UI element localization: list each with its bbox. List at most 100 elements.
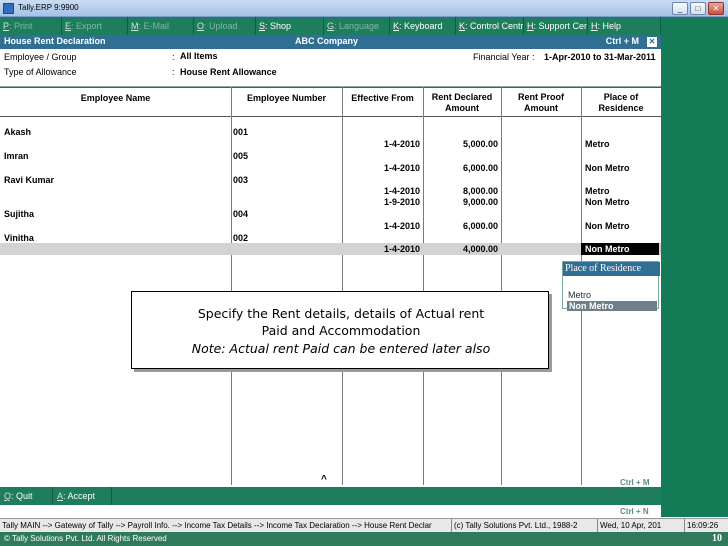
window-title: Tally.ERP 9:9900 — [18, 3, 79, 12]
menu-item-print[interactable]: P: Print — [0, 17, 62, 35]
callout-line-1: Specify the Rent details, details of Act… — [197, 306, 485, 321]
col-rent-declared-line1: Rent Declared — [431, 92, 493, 102]
quit-key: Q — [4, 491, 12, 501]
menu-label: : Upload — [204, 21, 238, 31]
menu-item-keyboard[interactable]: K: Keyboard — [390, 17, 456, 35]
employee-name[interactable]: Vinitha — [4, 233, 34, 243]
effective-from-cell[interactable]: 1-4-2010 — [343, 221, 420, 231]
rent-declared-cell[interactable]: 8,000.00 — [424, 186, 498, 196]
menu-label: : Help — [597, 21, 622, 31]
time-status: 16:09:26 — [687, 521, 719, 530]
effective-from-cell[interactable]: 1-4-2010 — [343, 139, 420, 149]
menu-item-upload[interactable]: O: Upload — [194, 17, 256, 35]
menu-label: : Print — [9, 21, 33, 31]
menu-shortcut-key: M — [131, 21, 139, 31]
rent-declared-cell[interactable]: 5,000.00 — [424, 139, 498, 149]
effective-from-cell[interactable]: 1-4-2010 — [343, 244, 420, 254]
report-header: House Rent Declaration ABC Company Ctrl … — [0, 35, 661, 49]
minimize-icon[interactable]: _ — [672, 2, 688, 15]
column-divider — [231, 87, 232, 485]
employee-name[interactable]: Imran — [4, 151, 29, 161]
ctrl-m-hint-bottom: Ctrl + M — [620, 478, 650, 487]
report-title: House Rent Declaration — [4, 36, 106, 46]
popup-title: Place of Residence — [563, 262, 660, 276]
report-close-icon[interactable]: ✕ — [647, 37, 657, 47]
allowance-type-label: Type of Allowance — [4, 67, 77, 77]
employee-number: 004 — [233, 209, 249, 219]
close-icon[interactable]: ✕ — [708, 2, 724, 15]
col-place-of-residence: Place of Residence — [581, 92, 661, 114]
quit-label: : Quit — [11, 491, 33, 501]
menu-label: : Control Centre — [465, 21, 524, 31]
place-of-residence-popup: Place of Residence Metro Non Metro — [562, 261, 660, 311]
callout-line-2: Paid and Accommodation — [261, 323, 421, 338]
col-rent-proof-line1: Rent Proof — [518, 92, 564, 102]
menu-label: : Export — [71, 21, 103, 31]
employee-name[interactable]: Sujitha — [4, 209, 34, 219]
rent-declared-cell[interactable]: 9,000.00 — [424, 197, 498, 207]
menu-shortcut-key: G — [327, 21, 335, 31]
menu-item-shop[interactable]: S: Shop — [256, 17, 324, 35]
effective-from-cell[interactable]: 1-4-2010 — [343, 186, 420, 196]
col-rent-declared: Rent Declared Amount — [423, 92, 501, 114]
rent-declared-cell[interactable]: 6,000.00 — [424, 221, 498, 231]
scroll-up-caret-icon[interactable]: ^ — [321, 474, 327, 485]
footer-copyright: © Tally Solutions Pvt. Ltd. All Rights R… — [4, 534, 167, 543]
bottom-button-bar: Q: Quit A: Accept — [0, 487, 661, 505]
window-titlebar: Tally.ERP 9:9900 _ □ ✕ — [0, 0, 728, 17]
option-non-metro[interactable]: Non Metro — [567, 301, 657, 311]
employee-name[interactable]: Ravi Kumar — [4, 175, 54, 185]
employee-number: 005 — [233, 151, 249, 161]
place-of-residence-input[interactable]: Non Metro — [585, 244, 630, 254]
colon: : — [172, 52, 175, 62]
menu-label: : Keyboard — [399, 21, 443, 31]
menu-item-export[interactable]: E: Export — [62, 17, 128, 35]
employee-name[interactable]: Akash — [4, 127, 31, 137]
menu-item-help[interactable]: H: Help — [588, 17, 661, 35]
employee-group-label: Employee / Group — [4, 52, 77, 62]
col-rent-proof: Rent Proof Amount — [501, 92, 581, 114]
callout-note: Note: Actual rent Paid can be entered la… — [191, 341, 491, 356]
place-of-residence-cell[interactable]: Metro — [585, 139, 610, 149]
quit-button[interactable]: Q: Quit — [0, 487, 53, 505]
place-of-residence-cell[interactable]: Non Metro — [585, 197, 630, 207]
accept-button[interactable]: A: Accept — [53, 487, 112, 505]
employee-number: 002 — [233, 233, 249, 243]
menu-label: : E-Mail — [138, 21, 170, 31]
place-of-residence-cell[interactable]: Metro — [585, 186, 610, 196]
effective-from-cell[interactable]: 1-4-2010 — [343, 163, 420, 173]
option-metro[interactable]: Metro — [568, 290, 591, 300]
menu-label: : Language — [334, 21, 380, 31]
tally-app-icon — [3, 3, 14, 14]
status-bar: Tally MAIN --> Gateway of Tally --> Payr… — [0, 518, 728, 532]
selected-row-highlight — [0, 243, 661, 255]
slide-footer: © Tally Solutions Pvt. Ltd. All Rights R… — [0, 532, 728, 546]
colon: : — [172, 67, 175, 77]
rent-declared-cell[interactable]: 4,000.00 — [424, 244, 498, 254]
place-of-residence-cell[interactable]: Non Metro — [585, 163, 630, 173]
menu-item-email[interactable]: M: E-Mail — [128, 17, 194, 35]
report-info: Employee / Group : All Items Type of All… — [0, 49, 661, 87]
menu-item-language[interactable]: G: Language — [324, 17, 390, 35]
page-number: 10 — [712, 533, 722, 544]
company-name: ABC Company — [295, 36, 359, 46]
menu-item-controlcentre[interactable]: K: Control Centre — [456, 17, 524, 35]
allowance-type-field[interactable]: House Rent Allowance — [180, 67, 277, 77]
menu-shortcut-key: O — [197, 21, 205, 31]
menu-label: : Support Centre — [533, 21, 588, 31]
effective-from-cell[interactable]: 1-9-2010 — [343, 197, 420, 207]
place-of-residence-cell[interactable]: Non Metro — [585, 221, 630, 231]
col-place-line1: Place of — [603, 92, 639, 102]
rent-declared-cell[interactable]: 6,000.00 — [424, 163, 498, 173]
employee-number: 003 — [233, 175, 249, 185]
maximize-icon[interactable]: □ — [690, 2, 706, 15]
ctrl-n-hint: Ctrl + N — [620, 507, 649, 516]
menu-item-supportcentre[interactable]: H: Support Centre — [524, 17, 588, 35]
column-divider — [501, 87, 502, 485]
employee-group-field[interactable]: All Items — [180, 51, 218, 61]
col-employee-name: Employee Name — [80, 93, 151, 103]
right-button-panel — [661, 17, 728, 517]
financial-year-label: Financial Year : — [473, 52, 535, 62]
date-status: Wed, 10 Apr, 201 — [598, 519, 685, 532]
financial-year-value: 1-Apr-2010 to 31-Mar-2011 — [544, 52, 656, 62]
